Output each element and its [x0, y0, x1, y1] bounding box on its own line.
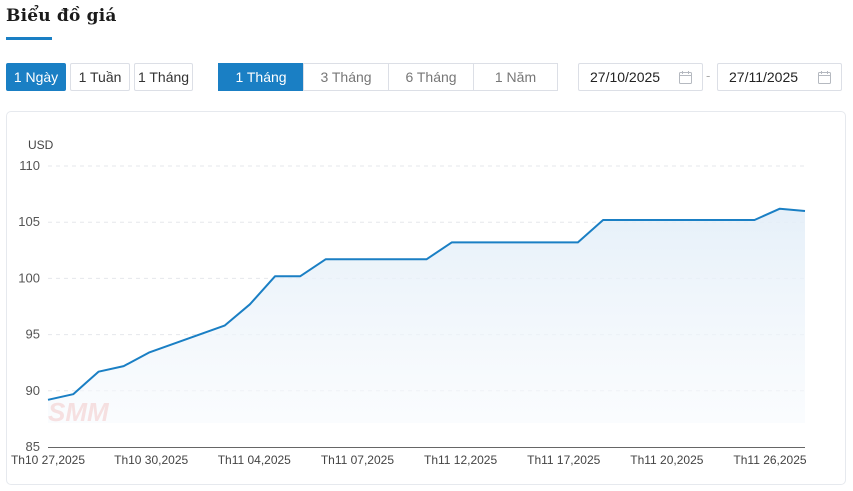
y-tick-label: 100 [18, 270, 40, 285]
data-point [273, 274, 278, 279]
watermark-layer: SMM [48, 397, 110, 427]
data-point [222, 323, 227, 328]
data-point [475, 240, 480, 245]
data-point [71, 392, 76, 397]
area-layer [48, 208, 805, 423]
data-point [121, 364, 126, 369]
x-tick-label: Th11 12,2025 [424, 453, 497, 467]
x-tick-label: Th11 26,2025 [733, 453, 806, 467]
data-point [96, 369, 101, 374]
data-point [601, 218, 606, 223]
data-point [449, 240, 454, 245]
y-tick-label: 105 [18, 214, 40, 229]
data-point [777, 206, 782, 211]
x-tick-label: Th10 30,2025 [114, 453, 188, 467]
data-point [247, 302, 252, 307]
x-tick-label: Th11 20,2025 [630, 453, 703, 467]
y-tick-label: 85 [26, 439, 40, 454]
data-point [46, 397, 51, 402]
x-tick-label: Th11 07,2025 [321, 453, 394, 467]
data-point [651, 218, 656, 223]
data-point [146, 350, 151, 355]
price-chart: SMM USD 85 90 95 100 105 110 Th10 27,2025 Th10 3… [11, 138, 808, 467]
y-tick-label: 110 [19, 158, 40, 173]
data-point [752, 218, 757, 223]
y-axis-unit-label: USD [28, 138, 54, 152]
data-point [575, 240, 580, 245]
data-point [323, 257, 328, 262]
price-chart-page: Biểu đồ giá 1 Ngày 1 Tuần 1 Tháng 1 Thán… [0, 0, 853, 491]
data-point [500, 240, 505, 245]
data-point [298, 274, 303, 279]
y-tick-label: 90 [26, 383, 40, 398]
data-point [399, 257, 404, 262]
y-tick-label: 95 [26, 327, 40, 342]
x-tick-label: Th11 04,2025 [218, 453, 291, 467]
price-area [48, 208, 805, 423]
watermark-logo: SMM [48, 397, 110, 427]
data-point [424, 257, 429, 262]
data-point [626, 218, 631, 223]
data-point [803, 209, 808, 214]
x-tick-label: Th11 17,2025 [527, 453, 600, 467]
x-tick-label: Th10 27,2025 [11, 453, 85, 467]
data-point [676, 218, 681, 223]
